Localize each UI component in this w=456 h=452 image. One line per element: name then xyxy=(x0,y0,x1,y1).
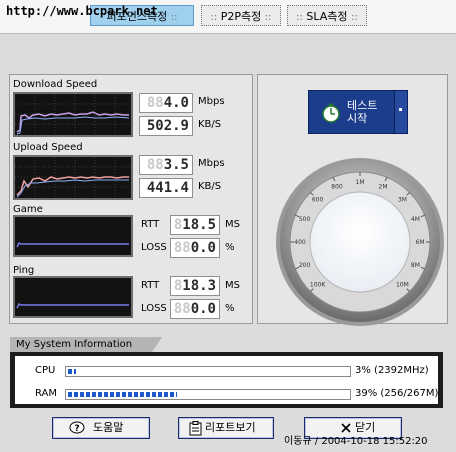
system-info-title: My System Information xyxy=(10,337,152,352)
ram-usage-fill xyxy=(68,392,178,397)
gauge-tick-label: 600 xyxy=(312,197,324,204)
game-loss-unit: % xyxy=(225,242,235,253)
tab-bar: 퍼포먼스측정 :: :: P2P측정 :: :: SLA측정 :: http:/… xyxy=(0,0,456,34)
gauge-tick-label: 2M xyxy=(379,184,388,191)
download-kbs-value: 502.9 xyxy=(146,118,189,134)
system-info-title-tab xyxy=(152,337,162,352)
start-test-label-line2: 시작 xyxy=(347,112,368,125)
start-test-dropdown[interactable] xyxy=(394,91,407,133)
speed-gauge: 100K 200 400 500 600 800 1M 2M 3M 4M 6M 8M 10M xyxy=(274,156,446,328)
upload-kbs-value: 441.4 xyxy=(146,180,189,196)
lcd-ghost-digits: 88 xyxy=(146,95,164,111)
tab-sla-label: SLA측정 xyxy=(306,10,348,23)
upload-mbps-unit: Mbps xyxy=(198,158,225,169)
cpu-label: CPU xyxy=(35,365,56,376)
gauge-tick-label: 6M xyxy=(416,239,425,246)
download-mbps-value: 4.0 xyxy=(163,95,189,111)
game-label: Game xyxy=(13,204,43,215)
gauge-tick-label: 400 xyxy=(294,239,306,246)
ping-loss-display: 880.0 xyxy=(170,299,220,319)
game-loss-display: 880.0 xyxy=(170,238,220,258)
ping-rtt-label: RTT xyxy=(141,280,160,291)
game-rtt-label: RTT xyxy=(141,219,160,230)
ping-rtt-unit: MS xyxy=(225,280,240,291)
game-line xyxy=(16,241,129,248)
lcd-ghost-digits: 88 xyxy=(173,301,191,317)
download-graph xyxy=(13,92,133,137)
game-loss-label: LOSS xyxy=(141,242,167,253)
stopwatch-icon xyxy=(322,103,340,123)
gauge-tick-label: 4M xyxy=(411,216,420,223)
download-kbs-unit: KB/S xyxy=(198,119,222,130)
gauge-tick-label: 8M xyxy=(411,262,420,269)
tab-dots: :: xyxy=(170,12,178,23)
gauge-tick-label: 500 xyxy=(299,216,311,223)
start-test-label: 테스트 시작 xyxy=(347,99,377,125)
upload-graph xyxy=(13,155,133,200)
ping-label: Ping xyxy=(13,265,35,276)
clipboard-icon xyxy=(189,421,202,436)
ping-rtt-value: 18.3 xyxy=(182,278,216,294)
cpu-value: 3% (2392MHz) xyxy=(355,365,429,376)
help-button[interactable]: ? 도움말 xyxy=(52,417,150,439)
gauge-tick-label: 200 xyxy=(299,262,311,269)
upload-mbps-display: 883.5 xyxy=(139,155,193,175)
report-button[interactable]: 리포트보기 xyxy=(178,417,274,439)
ram-value: 39% (256/267M) xyxy=(355,388,439,399)
lcd-ghost-digits: 88 xyxy=(146,157,164,173)
game-loss-value: 0.0 xyxy=(190,240,216,256)
system-info-panel: My System Information CPU 3% (2392MHz) R… xyxy=(10,337,443,408)
tab-dots: :: xyxy=(210,12,218,23)
game-graph xyxy=(13,215,133,257)
ping-loss-unit: % xyxy=(225,303,235,314)
download-kbs-display: 502.9 xyxy=(139,116,193,136)
watermark: http://www.bcpark.net xyxy=(6,4,158,18)
upload-kbs-unit: KB/S xyxy=(198,181,222,192)
download-mbps-display: 884.0 xyxy=(139,93,193,113)
lcd-ghost-digits: 88 xyxy=(173,240,191,256)
gauge-tick-label: 10M xyxy=(396,281,409,288)
upload-line-2 xyxy=(16,179,129,198)
gauge-tick-label: 1M xyxy=(356,179,365,186)
help-button-label: 도움말 xyxy=(93,421,124,434)
download-mbps-unit: Mbps xyxy=(198,96,225,107)
tab-dots: :: xyxy=(351,12,358,23)
start-test-button[interactable]: 테스트 시작 xyxy=(308,90,408,134)
ping-loss-label: LOSS xyxy=(141,303,167,314)
download-line-2 xyxy=(16,116,130,135)
cpu-usage-fill xyxy=(68,369,77,374)
tab-dots: :: xyxy=(264,12,272,23)
footer-timestamp: 이동규 / 2004-10-18 15:52:20 xyxy=(284,436,428,447)
game-rtt-display: 818.5 xyxy=(170,215,220,235)
cpu-usage-bar xyxy=(65,366,351,377)
download-line xyxy=(16,111,129,133)
ram-label: RAM xyxy=(35,388,58,399)
app-window: 퍼포먼스측정 :: :: P2P측정 :: :: SLA측정 :: http:/… xyxy=(0,0,456,452)
dropdown-dot-icon xyxy=(399,108,402,111)
upload-kbs-display: 441.4 xyxy=(139,178,193,198)
ping-loss-value: 0.0 xyxy=(190,301,216,317)
gauge-tick-label: 800 xyxy=(331,184,343,191)
ping-rtt-display: 818.3 xyxy=(170,276,220,296)
ping-graph xyxy=(13,276,133,318)
game-rtt-value: 18.5 xyxy=(182,217,216,233)
upload-label: Upload Speed xyxy=(13,142,83,153)
game-rtt-unit: MS xyxy=(225,219,240,230)
help-icon: ? xyxy=(69,421,85,434)
tab-sla[interactable]: :: SLA측정 :: xyxy=(287,5,367,26)
tab-p2p[interactable]: :: P2P측정 :: xyxy=(201,5,281,26)
gauge-tick-label: 3M xyxy=(398,197,407,204)
system-info-body: CPU 3% (2392MHz) RAM 39% (256/267M) xyxy=(10,352,443,408)
system-info-inner: CPU 3% (2392MHz) RAM 39% (256/267M) xyxy=(15,356,438,404)
tab-dots: :: xyxy=(296,12,303,23)
upload-mbps-value: 3.5 xyxy=(163,157,189,173)
ram-usage-bar xyxy=(65,389,351,400)
download-label: Download Speed xyxy=(13,79,98,90)
ping-line xyxy=(16,302,129,309)
tab-p2p-label: P2P측정 xyxy=(220,10,262,23)
svg-text:?: ? xyxy=(74,424,79,434)
start-test-label-line1: 테스트 xyxy=(347,99,378,112)
report-button-label: 리포트보기 xyxy=(205,421,256,434)
gauge-tick-label: 100K xyxy=(310,281,326,288)
